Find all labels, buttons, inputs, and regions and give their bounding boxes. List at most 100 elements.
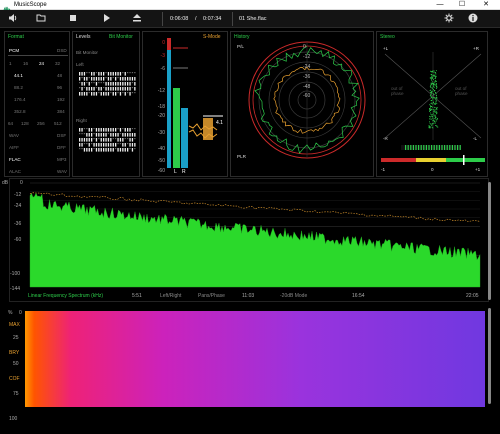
format-title: Format [8, 34, 24, 40]
left-label: Left [76, 62, 84, 67]
scale-40: -40 [157, 146, 165, 152]
bit-monitor-left [78, 70, 136, 96]
scale-0: 0 [162, 40, 165, 46]
scale-20: -20 [157, 113, 165, 119]
eject-icon[interactable] [130, 13, 144, 25]
rate-192: 192 [57, 97, 65, 102]
levels-title: Levels [76, 34, 91, 40]
play-icon[interactable] [100, 13, 114, 25]
spec-y-unit: dB [2, 180, 9, 186]
spectrum-plot [29, 182, 481, 288]
spectro-100: 100 [9, 416, 18, 422]
music-scope-app: MusicScope — ☐ ✕ 0:06:08 / 0:07:34 01 Sh… [0, 0, 500, 434]
close-button[interactable]: ✕ [476, 0, 496, 10]
dsd-64: 64 [8, 121, 14, 126]
scale-60: -60 [157, 168, 165, 174]
rate-352.8: 352.8 [14, 109, 26, 114]
bit-monitor-tab[interactable]: Bit Monitor [109, 34, 133, 40]
rate-88.2: 88.2 [14, 85, 23, 90]
title-bar: MusicScope — ☐ ✕ [0, 0, 500, 14]
left-right-toggle[interactable]: Left/Right [160, 293, 181, 299]
volume-icon[interactable] [6, 13, 20, 25]
history-ring-label: -60 [303, 93, 310, 99]
spectro-y-unit: % [8, 310, 13, 316]
type-wav2: WAV [57, 169, 67, 174]
type-dsf: DSF [57, 133, 67, 138]
rate-384: 384 [57, 109, 65, 114]
frequency-spectrum: dB 0 -12 -24 -36 -60 -100 -144 5:51 11:0… [2, 178, 489, 302]
maximize-button[interactable]: ☐ [452, 0, 472, 10]
type-dff: DFF [57, 145, 66, 150]
toolbar-divider [162, 12, 163, 26]
time-current: 0:06:08 [170, 16, 189, 22]
bit-monitor-label: Bit Monitor [76, 50, 98, 55]
rate-96: 96 [57, 85, 63, 90]
pl-label: P/L [237, 44, 244, 49]
rate-44.1: 44.1 [14, 73, 23, 78]
history-ring-label: -48 [303, 84, 310, 90]
type-wav: WAV [9, 133, 19, 138]
format-dsd: DSD [57, 48, 67, 53]
spec-y-36: -36 [14, 221, 22, 227]
channel-l: L [174, 169, 177, 175]
time-total: 0:07:34 [203, 16, 222, 22]
minimize-button[interactable]: — [430, 0, 450, 10]
dsd-128: 128 [21, 121, 29, 126]
bits-16: 16 [23, 61, 29, 66]
history-ring-label: -24 [303, 64, 310, 70]
spectro-max: MAX [9, 322, 20, 328]
settings-gear-icon[interactable] [442, 13, 456, 25]
type-mp3: MP3 [57, 157, 67, 162]
scale-18: -18 [157, 104, 165, 110]
bit-monitor-right [78, 126, 136, 152]
scale-50: -50 [157, 158, 165, 164]
history-ring-label: 0 [303, 44, 306, 50]
spectrogram-scrollbar[interactable] [488, 308, 491, 404]
spectrogram: % 0 MAX 25 BRY 50 COF 75 100 [8, 308, 489, 426]
spec-y-12: -12 [14, 192, 22, 198]
spec-y-0: 0 [20, 180, 23, 186]
type-flac: FLAC [9, 157, 21, 162]
spectro-cof: COF [9, 376, 20, 382]
corr-minus-one: -1 [381, 167, 386, 172]
spec-y-144: -144 [10, 286, 21, 292]
corr-zero: 0 [431, 167, 434, 172]
plus-l-label: +L [383, 46, 389, 51]
spectro-75: 75 [13, 391, 19, 397]
dsd-256: 256 [37, 121, 45, 126]
spectrum-scrollbar[interactable] [488, 182, 491, 300]
format-panel: Format PCM DSD 1 16 24 32 44.1 48 88.2 9… [4, 31, 70, 177]
minus-20db-toggle[interactable]: -20dB Mode [280, 293, 307, 299]
toolbar: 0:06:08 / 0:07:34 01 She.flac [0, 10, 500, 28]
correlation-meter [381, 145, 485, 165]
scale-30: -30 [157, 130, 165, 136]
spec-y-48: -60 [14, 237, 22, 243]
spec-x-3: 16:54 [352, 293, 365, 299]
right-label: Right [76, 118, 87, 123]
stereo-title: Stereo [380, 34, 395, 40]
spectro-y-0: 0 [19, 310, 22, 316]
meter-scale: 0 -3 -6 -12 -18 -20 -30 -40 -50 -60 [145, 40, 167, 174]
format-pcm: PCM [9, 48, 20, 53]
folder-icon[interactable] [34, 13, 48, 25]
bits-32: 32 [55, 61, 61, 66]
spec-y-24: -24 [14, 203, 22, 209]
spec-x-1: 5:51 [132, 293, 142, 299]
scale-12: -12 [157, 88, 165, 94]
rate-48: 48 [57, 73, 63, 78]
corr-plus-one: +1 [475, 167, 481, 172]
stop-icon[interactable] [66, 13, 80, 25]
divider [8, 55, 68, 56]
plus-r-label: +R [473, 46, 480, 51]
spectro-50: 50 [13, 361, 19, 367]
info-icon[interactable] [466, 13, 480, 25]
history-ring-label: -12 [303, 54, 310, 60]
bits-1: 1 [9, 61, 12, 66]
bits-24: 24 [39, 61, 45, 66]
dsd-512: 512 [54, 121, 62, 126]
app-icon [3, 1, 11, 14]
spectrum-mode-label[interactable]: Linear Frequency Spectrum (kHz) [28, 293, 103, 299]
spectro-bry: BRY [9, 350, 20, 356]
pans-phase-toggle[interactable]: Pans/Phase [198, 293, 225, 299]
spec-y-100: -100 [10, 271, 21, 277]
